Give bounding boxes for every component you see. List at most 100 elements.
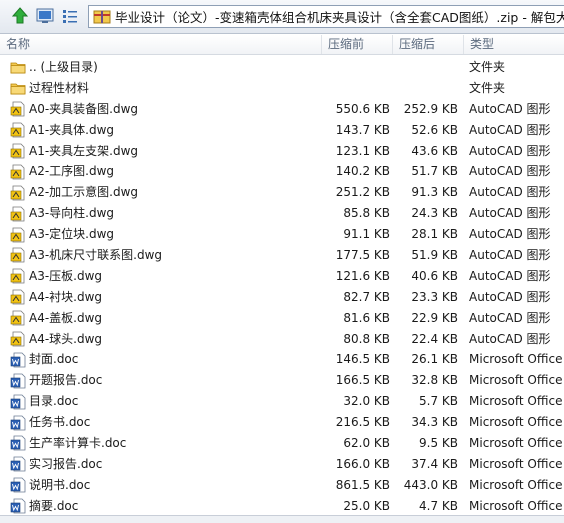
- file-name: A2-加工示意图.dwg: [29, 185, 139, 200]
- file-type: AutoCAD 图形: [469, 310, 551, 325]
- column-size[interactable]: 压缩前: [322, 35, 393, 54]
- file-packed-size: 26.1 KB: [411, 352, 458, 367]
- file-type: AutoCAD 图形: [469, 289, 551, 304]
- file-packed-size: [396, 78, 458, 99]
- file-type: Microsoft Office: [469, 394, 563, 409]
- file-row[interactable]: 开题报告.doc 166.5 KB 32.8 KB Microsoft Office: [0, 370, 564, 391]
- file-name: 开题报告.doc: [29, 373, 103, 388]
- view-icon[interactable]: [36, 7, 54, 25]
- file-size: 82.7 KB: [343, 289, 390, 304]
- file-row[interactable]: 任务书.doc 216.5 KB 34.3 KB Microsoft Office: [0, 412, 564, 433]
- file-name-cell: A4-盖板.dwg: [10, 308, 322, 329]
- file-row[interactable]: A4-衬块.dwg 82.7 KB 23.3 KB AutoCAD 图形: [0, 287, 564, 308]
- file-row[interactable]: 摘要.doc 25.0 KB 4.7 KB Microsoft Office: [0, 496, 564, 515]
- file-row[interactable]: A1-夹具左支架.dwg 123.1 KB 43.6 KB AutoCAD 图形: [0, 141, 564, 162]
- file-name: 摘要.doc: [29, 498, 79, 513]
- file-name: A3-机床尺寸联系图.dwg: [29, 248, 163, 263]
- file-row[interactable]: 生产率计算卡.doc 62.0 KB 9.5 KB Microsoft Office: [0, 433, 564, 454]
- dwg-file-icon: [10, 206, 26, 222]
- file-name-cell: A0-夹具装备图.dwg: [10, 99, 322, 120]
- file-row[interactable]: A4-球头.dwg 80.8 KB 22.4 KB AutoCAD 图形: [0, 329, 564, 350]
- dwg-file-icon: [10, 247, 26, 263]
- file-size: 861.5 KB: [335, 477, 390, 492]
- file-size: 216.5 KB: [335, 415, 390, 430]
- file-type: Microsoft Office: [469, 456, 563, 471]
- dwg-file-icon: [10, 185, 26, 201]
- column-header: 名称 压缩前 压缩后 类型: [0, 35, 564, 55]
- file-size: 85.8 KB: [343, 206, 390, 221]
- file-row[interactable]: 过程性材料 文件夹: [0, 78, 564, 99]
- dwg-file-icon: [10, 164, 26, 180]
- file-row[interactable]: 封面.doc 146.5 KB 26.1 KB Microsoft Office: [0, 349, 564, 370]
- file-row[interactable]: A3-导向柱.dwg 85.8 KB 24.3 KB AutoCAD 图形: [0, 203, 564, 224]
- folder-icon: [10, 59, 26, 75]
- file-type: AutoCAD 图形: [469, 143, 551, 158]
- file-name-cell: 开题报告.doc: [10, 370, 322, 391]
- list-view-icon[interactable]: [61, 7, 79, 25]
- file-row[interactable]: A4-盖板.dwg 81.6 KB 22.9 KB AutoCAD 图形: [0, 308, 564, 329]
- file-row[interactable]: A3-机床尺寸联系图.dwg 177.5 KB 51.9 KB AutoCAD 图形: [0, 245, 564, 266]
- file-name: A2-工序图.dwg: [29, 164, 115, 179]
- file-name-cell: A1-夹具左支架.dwg: [10, 141, 322, 162]
- folder-icon: [10, 80, 26, 96]
- file-type: Microsoft Office: [469, 373, 563, 388]
- file-size: [326, 78, 390, 99]
- file-name-cell: 生产率计算卡.doc: [10, 433, 322, 454]
- file-name-cell: A2-工序图.dwg: [10, 161, 322, 182]
- file-packed-size: 32.8 KB: [411, 373, 458, 388]
- doc-file-icon: [10, 477, 26, 493]
- file-name: 任务书.doc: [29, 415, 91, 430]
- dwg-file-icon: [10, 227, 26, 243]
- file-row[interactable]: A2-加工示意图.dwg 251.2 KB 91.3 KB AutoCAD 图形: [0, 182, 564, 203]
- file-packed-size: 5.7 KB: [419, 394, 458, 409]
- file-row[interactable]: A1-夹具体.dwg 143.7 KB 52.6 KB AutoCAD 图形: [0, 120, 564, 141]
- file-row[interactable]: 目录.doc 32.0 KB 5.7 KB Microsoft Office: [0, 391, 564, 412]
- path-bar[interactable]: 毕业设计（论文）-变速箱壳体组合机床夹具设计（含全套CAD图纸）.zip - 解…: [88, 5, 564, 28]
- file-packed-size: 4.7 KB: [419, 498, 458, 513]
- doc-file-icon: [10, 394, 26, 410]
- status-bar: [0, 515, 564, 523]
- file-name-cell: A3-压板.dwg: [10, 266, 322, 287]
- file-packed-size: 23.3 KB: [411, 289, 458, 304]
- file-name: A1-夹具体.dwg: [29, 122, 115, 137]
- file-row[interactable]: 实习报告.doc 166.0 KB 37.4 KB Microsoft Office: [0, 454, 564, 475]
- file-name-cell: 说明书.doc: [10, 475, 322, 496]
- file-size: 251.2 KB: [335, 185, 390, 200]
- file-packed-size: 28.1 KB: [411, 227, 458, 242]
- file-packed-size: 34.3 KB: [411, 415, 458, 430]
- column-name[interactable]: 名称: [0, 35, 322, 54]
- file-size: 25.0 KB: [343, 498, 390, 513]
- up-arrow-icon[interactable]: [11, 7, 29, 25]
- file-name-cell: A4-球头.dwg: [10, 329, 322, 350]
- dwg-file-icon: [10, 310, 26, 326]
- file-name-cell: 封面.doc: [10, 349, 322, 370]
- file-name-cell: A1-夹具体.dwg: [10, 120, 322, 141]
- file-name: A4-衬块.dwg: [29, 289, 103, 304]
- file-packed-size: 22.9 KB: [411, 310, 458, 325]
- file-row[interactable]: A2-工序图.dwg 140.2 KB 51.7 KB AutoCAD 图形: [0, 161, 564, 182]
- file-type: AutoCAD 图形: [469, 331, 551, 346]
- file-type: AutoCAD 图形: [469, 164, 551, 179]
- file-row[interactable]: A3-压板.dwg 121.6 KB 40.6 KB AutoCAD 图形: [0, 266, 564, 287]
- file-row[interactable]: .. (上级目录) 文件夹: [0, 57, 564, 78]
- file-type: Microsoft Office: [469, 415, 563, 430]
- file-name-cell: A3-机床尺寸联系图.dwg: [10, 245, 322, 266]
- file-size: 81.6 KB: [343, 310, 390, 325]
- column-type[interactable]: 类型: [464, 35, 564, 54]
- file-name: A4-球头.dwg: [29, 331, 103, 346]
- file-name: 生产率计算卡.doc: [29, 436, 127, 451]
- file-packed-size: 22.4 KB: [411, 331, 458, 346]
- file-size: 140.2 KB: [335, 164, 390, 179]
- file-size: 166.0 KB: [335, 456, 390, 471]
- dwg-file-icon: [10, 122, 26, 138]
- file-type: Microsoft Office: [469, 477, 563, 492]
- toolbar: 毕业设计（论文）-变速箱壳体组合机床夹具设计（含全套CAD图纸）.zip - 解…: [0, 0, 564, 34]
- file-size: [326, 57, 390, 78]
- file-row[interactable]: A3-定位块.dwg 91.1 KB 28.1 KB AutoCAD 图形: [0, 224, 564, 245]
- file-type: AutoCAD 图形: [469, 268, 551, 283]
- column-packed[interactable]: 压缩后: [393, 35, 464, 54]
- file-row[interactable]: A0-夹具装备图.dwg 550.6 KB 252.9 KB AutoCAD 图形: [0, 99, 564, 120]
- doc-file-icon: [10, 498, 26, 514]
- file-type: Microsoft Office: [469, 498, 563, 513]
- file-row[interactable]: 说明书.doc 861.5 KB 443.0 KB Microsoft Office: [0, 475, 564, 496]
